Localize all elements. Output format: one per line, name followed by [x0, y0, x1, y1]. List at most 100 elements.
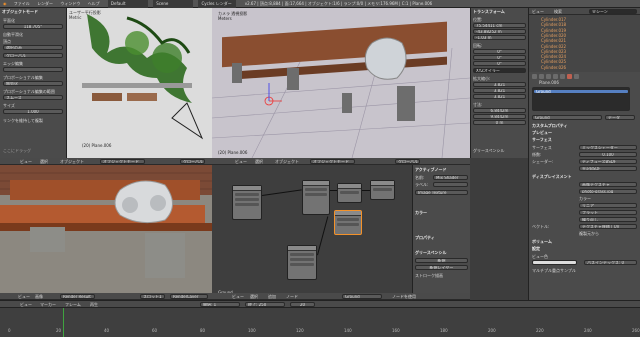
- outliner-item[interactable]: Cylinder.020: [541, 33, 566, 38]
- rotation-y-field[interactable]: 0°: [473, 55, 526, 60]
- projection-select[interactable]: フラット: [579, 210, 637, 215]
- scale-y-field[interactable]: 3.821: [473, 88, 526, 93]
- diffuse-node[interactable]: [337, 183, 362, 203]
- vertex-select-field[interactable]: 選択のみ: [3, 45, 63, 50]
- global-field[interactable]: グローバル: [3, 53, 63, 58]
- outliner-item[interactable]: Cylinder.017: [541, 17, 566, 22]
- dim-x-field[interactable]: 6.8442m: [473, 108, 526, 113]
- image-texture-node[interactable]: [334, 210, 362, 235]
- engine-select[interactable]: Cycles レンダー: [198, 0, 237, 8]
- select-menu[interactable]: 選択: [40, 159, 48, 164]
- size-field[interactable]: 1.000: [3, 109, 63, 114]
- outliner-item[interactable]: Cylinder.026: [541, 65, 566, 70]
- outliner-item[interactable]: Cylinder.025: [541, 59, 566, 64]
- auto-smooth-label[interactable]: 自動平滑化: [3, 32, 23, 37]
- current-frame-field[interactable]: 20: [290, 302, 315, 307]
- blender-logo-icon[interactable]: ◉: [0, 0, 10, 8]
- node-label-field[interactable]: [433, 182, 468, 187]
- layout-select[interactable]: Default: [107, 0, 148, 8]
- frame-start-field[interactable]: 開始: 1: [200, 302, 240, 307]
- object-tab-icon[interactable]: [553, 74, 558, 79]
- outliner-item[interactable]: Cylinder.023: [541, 49, 566, 54]
- playhead[interactable]: [63, 308, 64, 337]
- material-tab-icon[interactable]: [567, 74, 572, 79]
- object-menu-2[interactable]: オブジェクト: [275, 159, 299, 164]
- shader1-select[interactable]: ディフューズBSDF: [579, 159, 637, 164]
- shader2-select[interactable]: 光沢BSDF: [579, 166, 637, 171]
- node-grease-panel[interactable]: グリースペンシル: [415, 250, 447, 256]
- texture-coord-node[interactable]: [232, 185, 262, 220]
- object-menu[interactable]: オブジェクト: [60, 159, 84, 164]
- node-material-select[interactable]: Ground: [342, 294, 382, 299]
- settings-panel[interactable]: 設定: [532, 246, 540, 252]
- render-pass-select[interactable]: RenderLayer: [170, 294, 208, 299]
- view-menu-2[interactable]: ビュー: [235, 159, 247, 164]
- displacement-select[interactable]: 画像テクスチャ: [579, 182, 637, 187]
- new-grease-button[interactable]: 新規: [415, 258, 468, 263]
- viewport-color-swatch[interactable]: [532, 260, 577, 265]
- falloff-field[interactable]: スムーズ: [3, 95, 63, 100]
- surface-shader-select[interactable]: ミックスシェーダー: [579, 145, 637, 150]
- vector-select[interactable]: テクスチャ座標 | UV: [579, 224, 637, 229]
- flatten-angle-field[interactable]: 118.705°: [3, 24, 63, 29]
- rotation-x-field[interactable]: 0°: [473, 49, 526, 54]
- scale-x-field[interactable]: 3.821: [473, 82, 526, 87]
- camera-viewport[interactable]: カメラ 透視投影 Meters (20) Plane.006: [212, 8, 470, 158]
- interpolation-select[interactable]: リニア: [579, 203, 637, 208]
- node-add-menu[interactable]: 追加: [268, 294, 276, 299]
- modifier-tab-icon[interactable]: [560, 74, 565, 79]
- outliner-item[interactable]: Cylinder.024: [541, 54, 566, 59]
- grease-pencil-label[interactable]: グリースペンシル: [473, 148, 505, 153]
- scene-select[interactable]: Scene: [153, 0, 194, 8]
- dim-y-field[interactable]: 9.8442m: [473, 114, 526, 119]
- pass-index-field[interactable]: パスインデックス: 0: [584, 260, 637, 265]
- outliner-item[interactable]: Cylinder.022: [541, 44, 566, 49]
- node-view-menu[interactable]: ビュー: [232, 294, 244, 299]
- node-select-menu[interactable]: 選択: [250, 294, 258, 299]
- material-output-node[interactable]: [370, 180, 395, 200]
- displacement-panel[interactable]: ディスプレイスメント: [532, 174, 572, 180]
- view-menu[interactable]: ビュー: [20, 159, 32, 164]
- mix-shader-node[interactable]: [302, 180, 330, 215]
- outliner-item[interactable]: Cylinder.019: [541, 28, 566, 33]
- rotation-mode-select[interactable]: XYZオイラー: [473, 68, 526, 73]
- custom-props-panel[interactable]: カスタムプロパティ: [532, 123, 568, 129]
- node-node-menu[interactable]: ノード: [286, 294, 298, 299]
- node-color-panel[interactable]: カラー: [415, 210, 427, 216]
- rotation-z-field[interactable]: 0°: [473, 61, 526, 66]
- scale-z-field[interactable]: 3.821: [473, 94, 526, 99]
- use-nodes-toggle[interactable]: ノードを使用: [392, 294, 416, 299]
- world-tab-icon[interactable]: [546, 74, 551, 79]
- proportional-field[interactable]: 無効化: [3, 81, 63, 86]
- fac-field[interactable]: 0.100: [579, 152, 637, 157]
- dim-z-field[interactable]: 0 m: [473, 120, 526, 125]
- timeline-area[interactable]: 0 20 40 60 80 100 120 140 160 180 200 220 240 260: [0, 308, 640, 337]
- material-name-field[interactable]: Ground: [532, 115, 602, 120]
- outliner-scene-filter[interactable]: 全シーン: [589, 9, 637, 14]
- menu-help[interactable]: ヘルプ: [85, 0, 103, 8]
- multiple-importance-checkbox[interactable]: マルチプル重点サンプル: [532, 268, 576, 273]
- select-menu-2[interactable]: 選択: [255, 159, 263, 164]
- timeline-view-menu[interactable]: ビュー: [20, 302, 32, 307]
- render-slot-select[interactable]: スロット1: [140, 294, 165, 299]
- render-tab-icon[interactable]: [532, 74, 537, 79]
- preview-panel[interactable]: プレビュー: [532, 130, 552, 136]
- new-layer-button[interactable]: 新規レイヤー: [415, 265, 468, 270]
- menu-file[interactable]: ファイル: [11, 0, 33, 8]
- node-props-panel[interactable]: プロパティ: [415, 235, 435, 241]
- image-menu[interactable]: 画像: [35, 294, 43, 299]
- render-result-select[interactable]: Render Result: [60, 294, 95, 299]
- timeline-playback-menu[interactable]: 再生: [90, 302, 98, 307]
- from-dupli-checkbox[interactable]: 複製元から: [579, 231, 599, 236]
- material-slot-ground[interactable]: Ground: [533, 89, 629, 94]
- outliner-item[interactable]: Cylinder.021: [541, 38, 566, 43]
- global-select[interactable]: グローバル: [180, 159, 205, 164]
- menu-window[interactable]: ウィンドウ: [57, 0, 83, 8]
- node-type-field[interactable]: Image Texture: [415, 190, 468, 195]
- image-view-menu[interactable]: ビュー: [18, 294, 30, 299]
- menu-render[interactable]: レンダー: [34, 0, 56, 8]
- timeline-marker-menu[interactable]: マーカー: [40, 302, 56, 307]
- mode-select[interactable]: オブジェクトモード: [100, 159, 145, 164]
- location-y-field[interactable]: -43.88252 m: [473, 29, 526, 34]
- frame-end-field[interactable]: 終了: 250: [245, 302, 285, 307]
